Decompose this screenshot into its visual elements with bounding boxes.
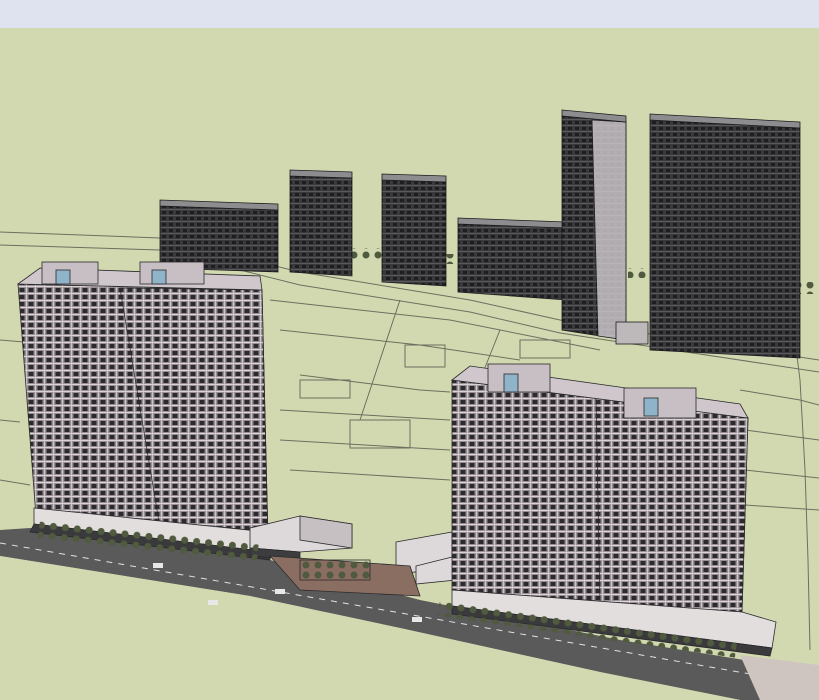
left-residential-tower: [16, 261, 271, 561]
model-viewport[interactable]: [0, 0, 819, 700]
site-model-scene: [0, 109, 819, 700]
